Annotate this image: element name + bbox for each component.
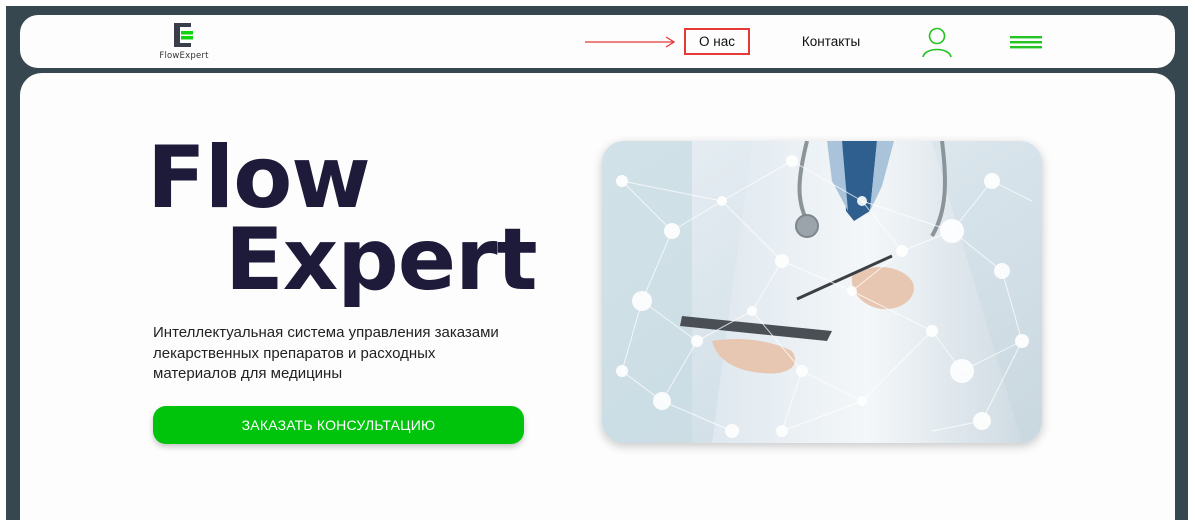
- hero-section: Flow Expert Интеллектуальная система упр…: [20, 73, 1175, 520]
- site-logo[interactable]: FlowExpert: [156, 23, 212, 63]
- description-line: лекарственных препаратов и расходных: [153, 344, 436, 362]
- nav-link-about[interactable]: О нас: [684, 28, 750, 55]
- logo-text: FlowExpert: [159, 51, 209, 61]
- logo-icon: [174, 23, 193, 47]
- hero-description: Интеллектуальная система управления зака…: [153, 323, 533, 385]
- arrow-right-icon: [585, 36, 676, 48]
- hero-title-line2: Expert: [225, 210, 538, 310]
- nav-link-contacts[interactable]: Контакты: [788, 34, 874, 49]
- hero-title-line1: Flow: [147, 128, 371, 228]
- description-line: Интеллектуальная система управления зака…: [153, 324, 499, 341]
- order-consultation-button[interactable]: ЗАКАЗАТЬ КОНСУЛЬТАЦИЮ: [153, 406, 524, 444]
- hamburger-menu-icon[interactable]: [1010, 34, 1042, 50]
- description-line: материалов для медицины: [153, 365, 343, 382]
- site-header: FlowExpert О нас Контакты: [20, 15, 1175, 68]
- user-icon[interactable]: [920, 26, 954, 58]
- doctor-hero-image: [602, 141, 1042, 443]
